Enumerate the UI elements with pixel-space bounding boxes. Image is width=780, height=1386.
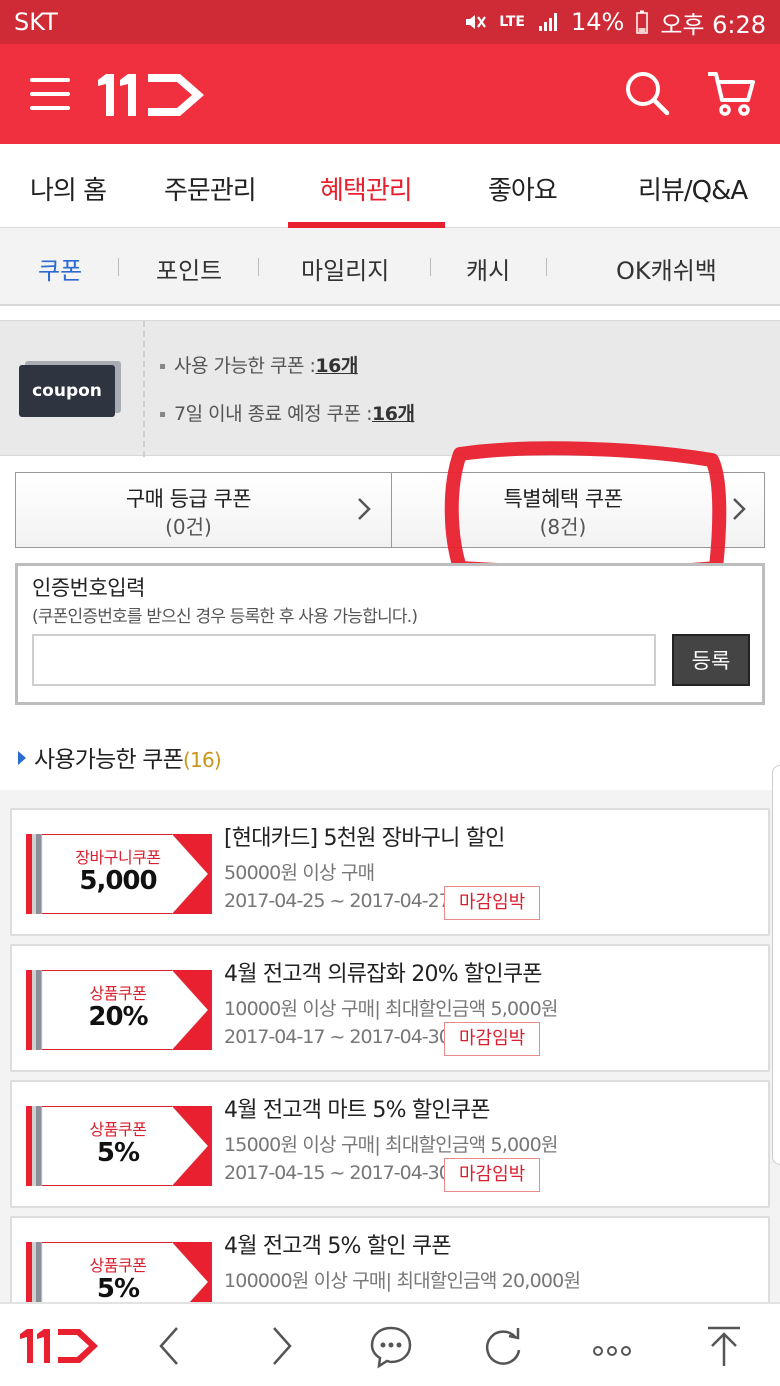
more-icon[interactable] xyxy=(592,1342,632,1361)
expiring-count-link[interactable]: 16개 xyxy=(372,403,415,425)
coupon-title: 4월 전고객 마트 5% 할인쿠폰 xyxy=(224,1098,490,1123)
subtab-cash[interactable]: 캐시 xyxy=(466,251,510,286)
coupon-condition: 10000원 이상 구매| 최대할인금액 5,000원 xyxy=(224,998,558,1020)
expiring-badge: 마감임박 xyxy=(444,1158,541,1192)
status-bar: SKT LTE 14% 오후 6:28 xyxy=(0,0,780,44)
app-screen: SKT LTE 14% 오후 6:28 나의 홈 주문관리 혜택관리 좋아요 리… xyxy=(0,0,780,1386)
coupon-summary: coupon 사용 가능한 쿠폰 :16개 7일 이내 종료 예정 쿠폰 :16… xyxy=(0,320,780,457)
subtab-point[interactable]: 포인트 xyxy=(156,251,222,286)
carrier-name: SKT xyxy=(14,8,58,36)
available-count-link[interactable]: 16개 xyxy=(315,355,358,377)
expiring-coupon-line: 7일 이내 종료 예정 쿠폰 :16개 xyxy=(160,399,415,426)
expiring-badge: 마감임박 xyxy=(444,886,541,920)
search-icon[interactable] xyxy=(624,70,670,120)
expiring-badge: 마감임박 xyxy=(444,1022,541,1056)
network-type: LTE xyxy=(499,14,525,30)
subtab-coupon[interactable]: 쿠폰 xyxy=(38,251,82,286)
clock: 오후 6:28 xyxy=(660,10,766,39)
bottom-toolbar xyxy=(0,1302,780,1386)
available-coupons-heading: 사용가능한 쿠폰(16) xyxy=(18,740,222,774)
coupon-item[interactable]: 상품쿠폰 20% 4월 전고객 의류잡화 20% 할인쿠폰 10000원 이상 … xyxy=(10,944,770,1072)
hamburger-icon[interactable] xyxy=(30,78,70,110)
tab-my-home[interactable]: 나의 홈 xyxy=(30,170,107,207)
coupon-period: 2017-04-15 ~ 2017-04-30 xyxy=(224,1162,451,1184)
special-benefit-coupon-button[interactable]: 특별혜택 쿠폰 (8건) xyxy=(392,473,764,547)
battery-icon xyxy=(636,10,649,34)
coupon-ticket: 상품쿠폰 5% xyxy=(26,1106,212,1186)
triangle-right-icon xyxy=(18,751,26,765)
divider xyxy=(143,321,145,457)
coupon-condition: 100000원 이상 구매| 최대할인금액 20,000원 xyxy=(224,1270,581,1292)
coupon-badge: coupon xyxy=(19,361,121,417)
coupon-ticket: 장바구니쿠폰 5,000 xyxy=(26,834,212,914)
chat-icon[interactable] xyxy=(368,1324,414,1374)
chevron-right-icon xyxy=(357,497,371,528)
auth-title: 인증번호입력 xyxy=(32,576,145,600)
coupon-title: 4월 전고객 5% 할인 쿠폰 xyxy=(224,1234,452,1259)
signal-icon xyxy=(537,11,559,33)
sub-tabs: 쿠폰 포인트 마일리지 캐시 OK캐쉬백 xyxy=(0,228,780,306)
forward-icon[interactable] xyxy=(266,1324,296,1372)
tab-likes[interactable]: 좋아요 xyxy=(488,170,558,207)
main-tabs: 나의 홈 주문관리 혜택관리 좋아요 리뷰/Q&A xyxy=(0,144,780,228)
divider xyxy=(546,258,547,276)
coupon-item[interactable]: 상품쿠폰 5% 4월 전고객 마트 5% 할인쿠폰 15000원 이상 구매| … xyxy=(10,1080,770,1208)
divider xyxy=(258,258,259,276)
available-coupon-line: 사용 가능한 쿠폰 :16개 xyxy=(160,351,358,378)
top-icon[interactable] xyxy=(704,1324,744,1374)
coupon-code-input[interactable] xyxy=(32,634,656,686)
coupon-title: 4월 전고객 의류잡화 20% 할인쿠폰 xyxy=(224,962,543,987)
coupon-title: [현대카드] 5천원 장바구니 할인 xyxy=(224,826,505,851)
divider xyxy=(118,258,119,276)
coupon-condition: 50000원 이상 구매 xyxy=(224,862,375,884)
back-icon[interactable] xyxy=(155,1324,185,1372)
subtab-mileage[interactable]: 마일리지 xyxy=(301,251,389,286)
logo[interactable] xyxy=(98,72,208,122)
coupon-item[interactable]: 장바구니쿠폰 5,000 [현대카드] 5천원 장바구니 할인 50000원 이… xyxy=(10,808,770,936)
mute-icon xyxy=(463,10,487,34)
coupon-category-buttons: 구매 등급 쿠폰 (0건) 특별혜택 쿠폰 (8건) xyxy=(15,472,765,548)
tab-benefits[interactable]: 혜택관리 xyxy=(320,170,413,207)
tab-review-qa[interactable]: 리뷰/Q&A xyxy=(638,170,748,207)
subtab-okcashbag[interactable]: OK캐쉬백 xyxy=(616,251,717,286)
chevron-right-icon xyxy=(732,497,746,528)
coupon-condition: 15000원 이상 구매| 최대할인금액 5,000원 xyxy=(224,1134,558,1156)
auth-description: (쿠폰인증번호를 받으신 경우 등록한 후 사용 가능합니다.) xyxy=(32,607,418,627)
divider xyxy=(430,258,431,276)
scroll-handle[interactable] xyxy=(772,765,780,1165)
register-button[interactable]: 등록 xyxy=(672,634,750,686)
home-logo[interactable] xyxy=(20,1326,100,1370)
tab-orders[interactable]: 주문관리 xyxy=(164,170,257,207)
coupon-code-box: 인증번호입력 (쿠폰인증번호를 받으신 경우 등록한 후 사용 가능합니다.) … xyxy=(15,563,765,705)
coupon-ticket: 상품쿠폰 20% xyxy=(26,970,212,1050)
coupon-period: 2017-04-17 ~ 2017-04-30 xyxy=(224,1026,451,1048)
coupon-list: 장바구니쿠폰 5,000 [현대카드] 5천원 장바구니 할인 50000원 이… xyxy=(0,790,780,1344)
app-header xyxy=(0,44,780,144)
refresh-icon[interactable] xyxy=(482,1324,524,1372)
battery-percent: 14% xyxy=(570,8,625,36)
grade-coupon-button[interactable]: 구매 등급 쿠폰 (0건) xyxy=(16,473,391,547)
coupon-period: 2017-04-25 ~ 2017-04-27 xyxy=(224,890,451,912)
cart-icon[interactable] xyxy=(706,70,756,122)
